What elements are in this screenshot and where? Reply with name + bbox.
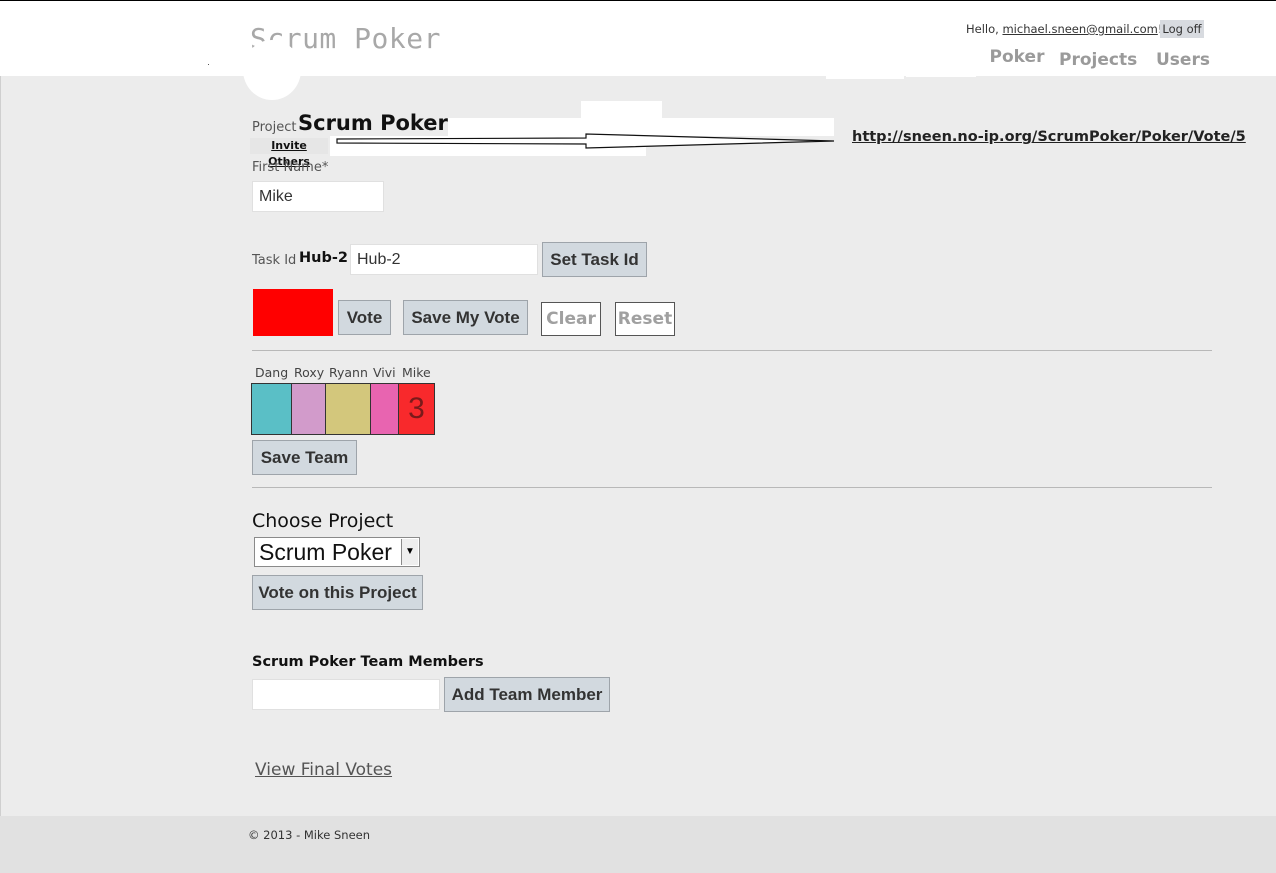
nav-users[interactable]: Users xyxy=(1156,50,1210,70)
selected-vote-card xyxy=(253,289,333,336)
vote-button[interactable]: Vote xyxy=(338,300,391,335)
task-id-input[interactable] xyxy=(350,244,538,275)
main-content xyxy=(0,76,1276,816)
save-my-vote-button[interactable]: Save My Vote xyxy=(403,300,528,335)
dropdown-arrow-icon[interactable]: ▼ xyxy=(401,539,418,565)
hello-prefix: Hello, xyxy=(966,22,1003,36)
task-id-label: Task Id xyxy=(252,253,297,268)
user-email-link[interactable]: michael.sneen@gmail.com xyxy=(1002,22,1157,36)
nav-tab-gap xyxy=(906,74,976,77)
highlight-box xyxy=(581,101,662,119)
nav-tab-gap xyxy=(826,74,904,79)
member-vote-card xyxy=(251,383,292,435)
team-members-label: Scrum Poker Team Members xyxy=(252,654,484,670)
divider xyxy=(252,487,1212,488)
add-team-member-button[interactable]: Add Team Member xyxy=(444,677,610,712)
copyright-text: © 2013 - Mike Sneen xyxy=(248,828,371,842)
logo-circle-decoration xyxy=(243,40,301,100)
clear-button[interactable]: Clear xyxy=(541,302,601,336)
member-name: Vivi xyxy=(373,365,396,380)
member-name: Ryann xyxy=(329,365,368,380)
set-task-id-button[interactable]: Set Task Id xyxy=(542,242,647,277)
choose-project-label: Choose Project xyxy=(252,510,394,532)
invite-others-link[interactable]: Invite Others xyxy=(250,138,328,168)
reset-button[interactable]: Reset xyxy=(615,302,675,336)
vote-url-link[interactable]: http://sneen.no-ip.org/ScrumPoker/Poker/… xyxy=(852,129,1246,145)
member-name: Roxy xyxy=(294,365,325,380)
member-vote-value: 3 xyxy=(408,392,425,425)
member-vote-card xyxy=(370,383,399,435)
project-select[interactable]: Scrum Poker ▼ xyxy=(254,537,420,567)
member-name: Dang xyxy=(255,365,289,380)
member-vote-card xyxy=(291,383,326,435)
top-border xyxy=(0,0,1276,1)
project-select-value: Scrum Poker xyxy=(259,539,392,565)
first-name-input[interactable] xyxy=(252,181,384,212)
logoff-button[interactable]: Log off xyxy=(1160,20,1204,38)
vote-on-project-button[interactable]: Vote on this Project xyxy=(252,575,423,610)
nav-poker[interactable]: Poker xyxy=(978,48,1056,74)
member-vote-card xyxy=(325,383,371,435)
arrow-annotation xyxy=(336,133,835,149)
footer xyxy=(0,816,1276,873)
view-final-votes-link[interactable]: View Final Votes xyxy=(255,760,392,780)
nav-projects[interactable]: Projects xyxy=(1059,50,1137,70)
user-greeting: Hello, michael.sneen@gmail.com! xyxy=(966,22,1162,36)
member-name: Mike xyxy=(402,365,431,380)
save-team-button[interactable]: Save Team xyxy=(252,440,357,475)
project-label: Project xyxy=(252,120,297,135)
first-name-label: First Name* xyxy=(252,160,329,175)
divider xyxy=(252,350,1212,351)
team-member-input[interactable] xyxy=(252,679,440,710)
stray-dot xyxy=(208,64,209,65)
member-vote-card: 3 xyxy=(398,383,435,435)
current-task-id: Hub-2 xyxy=(299,250,348,266)
